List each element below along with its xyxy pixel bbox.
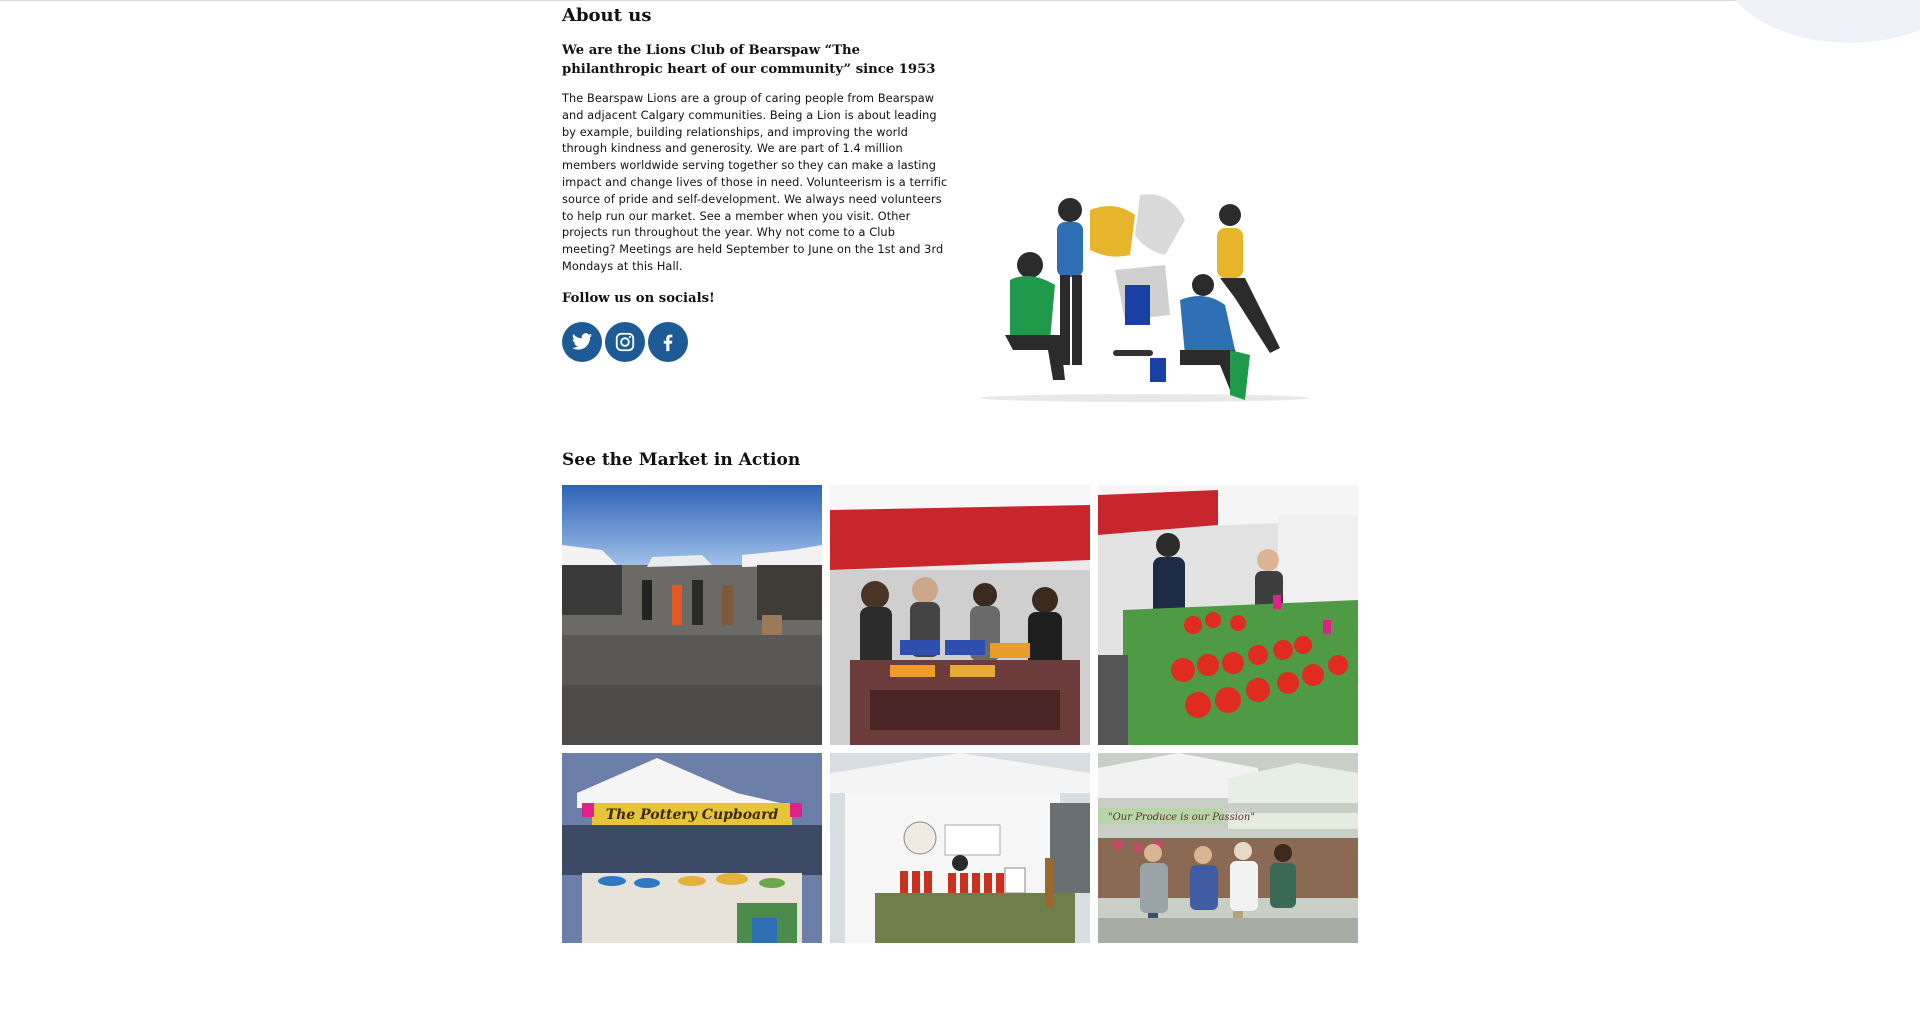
facebook-icon bbox=[663, 334, 673, 351]
top-divider bbox=[0, 0, 1920, 1]
twitter-link[interactable] bbox=[562, 321, 602, 362]
social-links bbox=[562, 321, 952, 362]
instagram-link[interactable] bbox=[605, 321, 645, 362]
twitter-icon bbox=[571, 332, 593, 350]
about-section: About us We are the Lions Club of Bearsp… bbox=[562, 0, 952, 362]
pottery-sign-text: The Pottery Cupboard bbox=[606, 807, 779, 823]
about-heading: About us bbox=[562, 5, 652, 26]
photo-gallery: The Pottery Cupboard "Our Produce is our… bbox=[562, 485, 1358, 1013]
facebook-link[interactable] bbox=[648, 321, 688, 362]
gallery-heading: See the Market in Action bbox=[562, 450, 801, 470]
instagram-icon bbox=[615, 332, 635, 351]
about-tagline: We are the Lions Club of Bearspaw “The p… bbox=[562, 43, 936, 77]
gallery-photo-produce-stall[interactable]: "Our Produce is our Passion" bbox=[1098, 753, 1358, 1013]
decorative-shape bbox=[1720, 0, 1920, 43]
gallery-photo-berry-stall[interactable] bbox=[830, 485, 1090, 745]
follow-heading: Follow us on socials! bbox=[562, 290, 715, 306]
gallery-photo-pottery-stall[interactable]: The Pottery Cupboard bbox=[562, 753, 822, 1013]
produce-sign-text: "Our Produce is our Passion" bbox=[1108, 812, 1255, 823]
team-puzzle-illustration bbox=[980, 194, 1310, 402]
gallery-photo-sauce-stall[interactable] bbox=[830, 753, 1090, 1013]
gallery-photo-tomato-stall[interactable] bbox=[1098, 485, 1358, 745]
about-intro: The Bearspaw Lions are a group of caring… bbox=[562, 92, 948, 273]
gallery-photo-market-aisle[interactable] bbox=[562, 485, 822, 745]
